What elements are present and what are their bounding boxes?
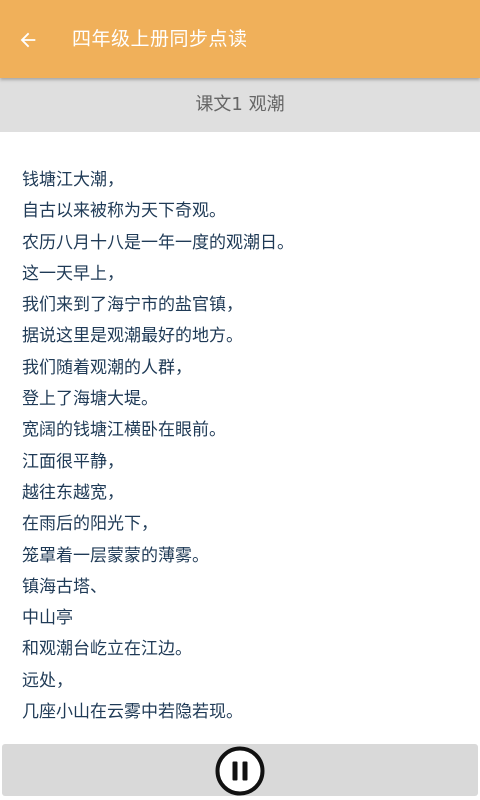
lesson-text-line[interactable]: 在雨后的阳光下， — [22, 509, 480, 540]
lesson-text-line[interactable]: 笼罩着一层蒙蒙的薄雾。 — [22, 541, 480, 572]
lesson-text-line[interactable]: 我们来到了海宁市的盐官镇， — [22, 290, 480, 321]
lesson-text-line[interactable]: 越往东越宽， — [22, 478, 480, 509]
lesson-text-line[interactable]: 这一天早上， — [22, 259, 480, 290]
lesson-text-line[interactable]: 镇海古塔、 — [22, 572, 480, 603]
audio-player-bar — [2, 744, 478, 796]
lesson-text-line[interactable]: 钱塘江大潮， — [22, 165, 480, 196]
lesson-text-line[interactable]: 远处， — [22, 666, 480, 697]
lesson-header: 课文1 观潮 — [0, 78, 480, 132]
pause-button[interactable] — [215, 746, 265, 796]
lesson-text-line[interactable]: 登上了海塘大堤。 — [22, 384, 480, 415]
lesson-text-line[interactable]: 据说这里是观潮最好的地方。 — [22, 321, 480, 352]
app-toolbar: 四年级上册同步点读 — [0, 0, 480, 78]
back-button[interactable] — [8, 20, 48, 60]
app-root: 四年级上册同步点读 课文1 观潮 钱塘江大潮， 自古以来被称为天下奇观。 农历八月十… — [0, 0, 480, 800]
lesson-title: 课文1 观潮 — [195, 94, 285, 115]
lesson-text-scroll-area[interactable]: 钱塘江大潮， 自古以来被称为天下奇观。 农历八月十八是一年一度的观潮日。 这一天早上，… — [0, 132, 480, 744]
lesson-text-line[interactable]: 江面很平静， — [22, 447, 480, 478]
lesson-text-line[interactable]: 宽阔的钱塘江横卧在眼前。 — [22, 415, 480, 446]
arrow-back-icon — [20, 32, 36, 48]
lesson-text-line[interactable]: 我们随着观潮的人群， — [22, 353, 480, 384]
lesson-text-line[interactable]: 几座小山在云雾中若隐若现。 — [22, 697, 480, 728]
lesson-text-line[interactable]: 和观潮台屹立在江边。 — [22, 634, 480, 665]
lesson-text-line[interactable]: 农历八月十八是一年一度的观潮日。 — [22, 228, 480, 259]
app-title: 四年级上册同步点读 — [72, 28, 248, 50]
lesson-text-line[interactable]: 中山亭 — [22, 603, 480, 634]
lesson-text-line[interactable]: 自古以来被称为天下奇观。 — [22, 196, 480, 227]
pause-icon — [215, 746, 265, 796]
lesson-text-lines: 钱塘江大潮， 自古以来被称为天下奇观。 农历八月十八是一年一度的观潮日。 这一天早上，… — [0, 132, 480, 728]
